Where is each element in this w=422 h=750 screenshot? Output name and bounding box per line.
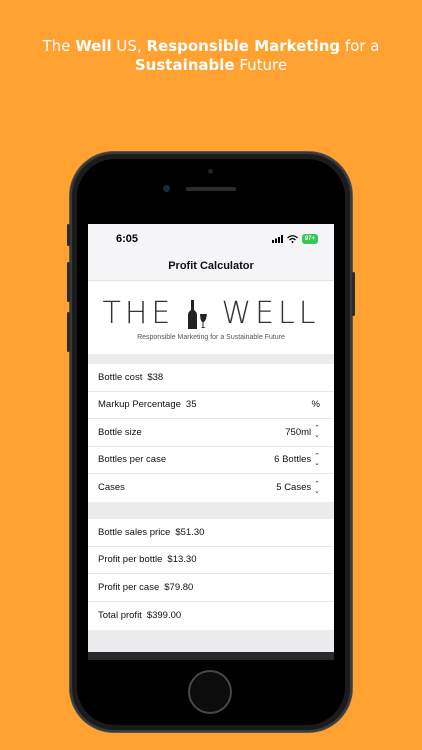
cases-row[interactable]: Cases 5 Cases ⌃ ⌄ — [88, 474, 334, 502]
wifi-icon — [286, 235, 298, 243]
proximity-sensor — [208, 169, 213, 174]
bottle-size-value: 750ml — [285, 426, 312, 438]
profit-per-bottle-value: $13.30 — [167, 554, 197, 566]
bottle-cost-label: Bottle cost — [98, 371, 143, 383]
profit-per-case-value: $79.80 — [164, 581, 194, 593]
bottles-per-case-value: 6 Bottles — [274, 454, 312, 466]
nav-bar: Profit Calculator — [88, 254, 334, 281]
power-button — [352, 272, 355, 316]
sales-price-label: Bottle sales price — [98, 526, 171, 538]
logo-tagline: Responsible Marketing for a Sustainable … — [137, 334, 285, 341]
app-screen: 6:05 97+ Profit Calculator THE WELL Resp… — [88, 224, 334, 660]
status-bar: 6:05 97+ — [88, 224, 334, 254]
promo-text: The — [42, 37, 76, 55]
promo-headline: The Well US, Responsible Marketing for a… — [0, 37, 422, 75]
logo-word-the: THE — [102, 296, 175, 331]
section-divider — [88, 630, 334, 652]
profit-per-bottle-row: Profit per bottle $13.30 — [88, 547, 334, 574]
sales-price-row: Bottle sales price $51.30 — [88, 519, 334, 547]
chevron-up-down-icon: ⌃ ⌄ — [314, 480, 320, 495]
markup-row[interactable]: Markup Percentage 35 % — [88, 392, 334, 419]
chevron-up-down-icon: ⌃ ⌄ — [314, 425, 320, 440]
cases-picker[interactable]: 5 Cases ⌃ ⌄ — [276, 474, 320, 502]
profit-per-case-row: Profit per case $79.80 — [88, 574, 334, 602]
volume-down-button — [67, 312, 70, 352]
promo-text: Future — [234, 56, 288, 74]
promo-text-bold: Sustainable — [134, 56, 235, 74]
promo-text-bold: Well — [75, 37, 112, 55]
mute-switch — [67, 224, 70, 246]
cases-label: Cases — [98, 482, 125, 494]
home-button[interactable] — [188, 670, 232, 714]
promo-text: US, — [111, 37, 147, 55]
chevron-up-down-icon: ⌃ ⌄ — [314, 452, 320, 467]
status-time: 6:05 — [116, 233, 139, 245]
promo-text-bold: Responsible Marketing — [146, 37, 341, 55]
page-title: Profit Calculator — [168, 260, 254, 272]
front-camera — [163, 185, 170, 192]
results-section: Bottle sales price $51.30 Profit per bot… — [88, 519, 334, 629]
signal-icon — [271, 235, 283, 243]
bottles-per-case-label: Bottles per case — [98, 454, 167, 466]
bottle-cost-input[interactable]: $38 — [147, 372, 163, 383]
percent-unit: % — [311, 399, 320, 411]
bottles-per-case-picker[interactable]: 6 Bottles ⌃ ⌄ — [274, 447, 320, 474]
total-profit-label: Total profit — [98, 609, 142, 621]
battery-indicator: 97+ — [301, 234, 318, 244]
profit-per-case-label: Profit per case — [98, 581, 160, 593]
bottle-size-row[interactable]: Bottle size 750ml ⌃ ⌄ — [88, 419, 334, 447]
total-profit-row: Total profit $399.00 — [88, 602, 334, 630]
bottle-size-label: Bottle size — [98, 426, 142, 438]
logo-wordmark: THE WELL — [88, 297, 334, 331]
markup-input[interactable]: 35 — [186, 399, 197, 410]
promo-text: for a — [340, 37, 380, 55]
section-divider — [88, 502, 334, 519]
sales-price-value: $51.30 — [175, 526, 205, 538]
logo-word-well: WELL — [221, 296, 320, 331]
wine-bottle-glass-icon — [187, 299, 207, 329]
bottles-per-case-row[interactable]: Bottles per case 6 Bottles ⌃ ⌄ — [88, 447, 334, 474]
volume-up-button — [67, 262, 70, 302]
cases-value: 5 Cases — [276, 482, 312, 494]
bottom-toolbar — [88, 652, 334, 660]
inputs-section: Bottle cost $38 Markup Percentage 35 % B… — [88, 364, 334, 502]
bottle-size-picker[interactable]: 750ml ⌃ ⌄ — [285, 419, 320, 446]
brand-logo: THE WELL Responsible Marketing for a Sus… — [88, 281, 334, 354]
markup-label: Markup Percentage — [98, 399, 181, 411]
status-icons: 97+ — [271, 234, 318, 244]
total-profit-value: $399.00 — [146, 609, 182, 621]
earpiece — [186, 187, 236, 191]
bottle-cost-row[interactable]: Bottle cost $38 — [88, 364, 334, 392]
profit-per-bottle-label: Profit per bottle — [98, 554, 163, 566]
